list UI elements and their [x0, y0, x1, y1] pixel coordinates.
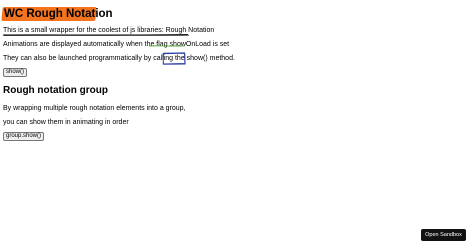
flag-rough-underline: [148, 45, 186, 47]
page-title: WC Rough Notation: [4, 8, 113, 20]
rough-box: [162, 52, 186, 65]
group-line-2: you can show them in animating in order: [3, 119, 129, 126]
title-wrap: WC Rough Notation: [1, 7, 115, 21]
intro-line-3-prefix: They can also be launched programmatical…: [3, 55, 187, 62]
open-sandbox-button[interactable]: Open Sandbox: [421, 229, 466, 241]
intro-line-3: They can also be launched programmatical…: [3, 54, 235, 63]
group-show-button[interactable]: group.show(): [3, 132, 45, 141]
show-code: show(): [186, 55, 208, 62]
intro-line-3-suffix: method.: [207, 55, 235, 62]
page: WC Rough Notation This is a small wrappe…: [0, 0, 474, 248]
intro-line-2-suffix: is set: [210, 41, 230, 48]
intro-line-2-prefix: Animations are displayed automatically w…: [3, 41, 170, 48]
show-button[interactable]: show(): [3, 68, 28, 77]
group-heading: Rough notation group: [3, 85, 108, 96]
intro-line-2: Animations are displayed automatically w…: [3, 40, 229, 49]
group-line-1: By wrapping multiple rough notation elem…: [3, 105, 186, 112]
rough-underline: [2, 34, 190, 36]
